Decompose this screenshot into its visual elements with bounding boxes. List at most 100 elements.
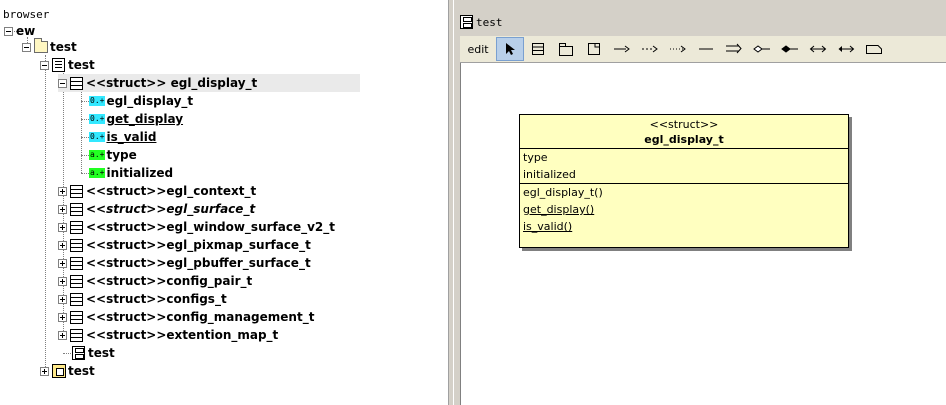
diagram-canvas[interactable]: <<struct>> egl_display_t type initialize… <box>460 63 946 405</box>
dotted-arrow-icon <box>670 45 686 53</box>
class-icon <box>70 76 83 90</box>
struct-prefix: <<struct>> <box>86 328 167 342</box>
struct-prefix: <<struct>> <box>86 184 167 198</box>
tree-label: egl_display_t <box>106 94 194 108</box>
class-icon <box>70 238 83 252</box>
struct-prefix: <<struct>> <box>86 256 167 270</box>
tree-label: get_display <box>106 112 184 126</box>
class-tool[interactable] <box>524 37 552 61</box>
expand-toggle[interactable] <box>58 294 67 304</box>
tree-label: config_pair_t <box>166 274 253 288</box>
association-tool[interactable] <box>692 37 720 61</box>
tree-node-diagram[interactable]: test <box>72 344 115 362</box>
tree-node-struct[interactable]: <<struct>> egl_window_surface_v2_t <box>58 218 335 236</box>
class-icon <box>70 220 83 234</box>
filled-diamond-arrow-icon <box>781 45 798 53</box>
tree-node-struct[interactable]: <<struct>> configs_t <box>58 290 227 308</box>
edit-button[interactable]: edit <box>460 37 496 61</box>
operation-badge: 0.+ <box>89 96 106 106</box>
double-arrow-icon <box>726 43 742 54</box>
tree-node-class-view[interactable]: test <box>40 56 95 74</box>
directional-association-tool[interactable] <box>720 37 748 61</box>
uml-operation: get_display() <box>523 203 595 216</box>
tree-label: test <box>88 346 115 360</box>
tree-node-struct[interactable]: <<struct>> extention_map_t <box>58 326 278 344</box>
expand-toggle[interactable] <box>58 276 67 286</box>
operation-badge: 0.+ <box>89 114 106 124</box>
tree-node-struct[interactable]: <<struct>> egl_surface_t <box>58 200 255 218</box>
tree-node-member[interactable]: a.+ initialized <box>89 164 173 182</box>
uml-attributes-section: type initialized <box>520 148 848 183</box>
tree-label: config_management_t <box>166 310 315 324</box>
class-icon <box>70 202 83 216</box>
collapse-toggle[interactable] <box>4 26 13 36</box>
tree-label: egl_pbuffer_surface_t <box>166 256 311 270</box>
expand-toggle[interactable] <box>58 186 67 196</box>
expand-toggle[interactable] <box>58 312 67 322</box>
expand-toggle[interactable] <box>58 222 67 232</box>
tree-label: extention_map_t <box>166 328 279 342</box>
tree-node-deployment-view[interactable]: test <box>40 362 95 380</box>
browser-panel: browser ew test test <<struct>> egl_disp… <box>0 0 448 405</box>
collapse-toggle[interactable] <box>40 60 49 70</box>
line-icon <box>699 48 713 50</box>
uml-operation: is_valid() <box>523 220 573 233</box>
package-tool[interactable] <box>552 37 580 61</box>
uml-class-box[interactable]: <<struct>> egl_display_t type initialize… <box>519 114 849 248</box>
expand-toggle[interactable] <box>58 258 67 268</box>
tree-line <box>81 101 89 102</box>
class-icon <box>70 328 83 342</box>
hollow-diamond-arrow-icon <box>753 45 770 53</box>
fragment-tool[interactable] <box>860 37 888 61</box>
class-diagram-icon <box>460 15 473 29</box>
expand-toggle[interactable] <box>58 240 67 250</box>
tree-label: is_valid <box>106 130 157 144</box>
tree-node-member[interactable]: a.+ type <box>89 146 137 164</box>
collapse-toggle[interactable] <box>58 78 67 88</box>
aggregation-tool[interactable] <box>748 37 776 61</box>
tree-line <box>81 155 89 156</box>
directional-aggregation-tool[interactable] <box>832 37 860 61</box>
tree-node-struct-egl-display[interactable]: <<struct>> egl_display_t <box>58 74 360 92</box>
browser-panel-title: browser <box>3 8 50 21</box>
tree-node-member[interactable]: 0.+ egl_display_t <box>89 92 193 110</box>
uml-attribute: initialized <box>523 168 576 181</box>
note-tool[interactable] <box>580 37 608 61</box>
tree-label: test <box>68 58 95 72</box>
tree-node-struct[interactable]: <<struct>> egl_pixmap_surface_t <box>58 236 311 254</box>
tree-node-struct[interactable]: <<struct>> config_management_t <box>58 308 314 326</box>
deployment-view-icon <box>52 364 66 378</box>
tree-node-struct[interactable]: <<struct>> egl_pbuffer_surface_t <box>58 254 311 272</box>
diagram-tab[interactable]: test <box>460 12 503 32</box>
struct-prefix: <<struct>> <box>86 310 167 324</box>
generalization-tool[interactable] <box>608 37 636 61</box>
tree-node-struct[interactable]: <<struct>> egl_context_t <box>58 182 256 200</box>
tree-label: egl_window_surface_v2_t <box>166 220 336 234</box>
struct-prefix: <<struct>> <box>86 220 167 234</box>
collapse-toggle[interactable] <box>22 42 31 52</box>
composition-tool[interactable] <box>776 37 804 61</box>
select-arrow-tool[interactable] <box>496 37 524 61</box>
bidirectional-tool[interactable] <box>804 37 832 61</box>
diagram-tab-label: test <box>476 15 503 29</box>
expand-toggle[interactable] <box>58 204 67 214</box>
tree-node-member[interactable]: 0.+ get_display <box>89 110 183 128</box>
expand-toggle[interactable] <box>58 330 67 340</box>
struct-prefix: <<struct>> <box>86 274 167 288</box>
tree-node-struct[interactable]: <<struct>> config_pair_t <box>58 272 252 290</box>
uml-attribute: type <box>523 151 548 164</box>
tree-line <box>81 137 89 138</box>
class-diagram-icon <box>72 346 85 360</box>
dashed-arrow-icon <box>642 45 658 53</box>
diagram-panel: test edit <<struct>> egl_display_t type … <box>454 0 946 405</box>
dependency-tool[interactable] <box>664 37 692 61</box>
diagram-toolbar: edit <box>460 36 946 63</box>
expand-toggle[interactable] <box>40 366 49 376</box>
folder-icon <box>34 38 48 53</box>
operation-badge: 0.+ <box>89 132 106 142</box>
bidirectional-arrow-icon <box>809 45 827 53</box>
tree-label: egl_context_t <box>166 184 257 198</box>
tree-node-package[interactable]: test <box>22 38 77 56</box>
tree-node-member[interactable]: 0.+ is_valid <box>89 128 156 146</box>
realization-tool[interactable] <box>636 37 664 61</box>
